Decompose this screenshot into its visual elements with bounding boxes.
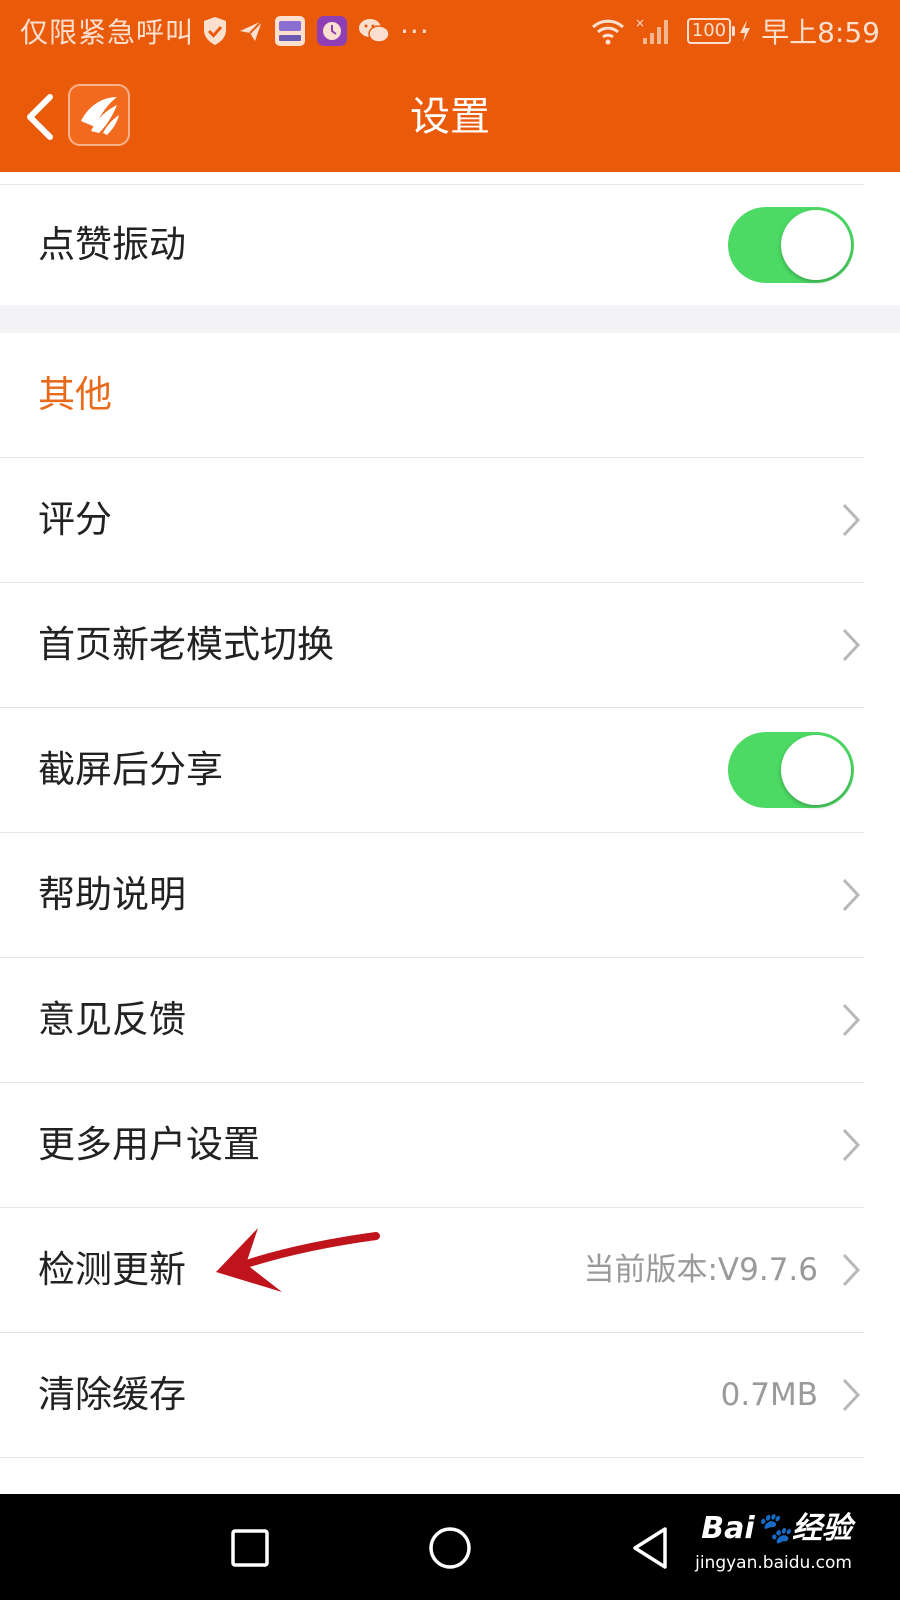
signal-icon: × [635, 16, 669, 46]
current-version-value: 当前版本:V9.7.6 [583, 1252, 818, 1288]
row-rating[interactable]: 评分 [0, 458, 900, 583]
app-logo-icon [81, 97, 119, 135]
row-label: 清除缓存 [38, 1373, 186, 1416]
page-title: 设置 [410, 94, 490, 140]
shield-check-icon [202, 16, 228, 46]
status-left: 仅限紧急呼叫 ··· [20, 12, 438, 50]
row-label: 首页新老模式切换 [38, 623, 334, 666]
back-nav-button[interactable] [620, 1518, 680, 1578]
row-label: 更多用户设置 [38, 1123, 260, 1166]
row-label: 截屏后分享 [38, 748, 223, 791]
row-label: 检测更新 [38, 1248, 186, 1291]
wifi-icon [591, 17, 625, 45]
recent-apps-button[interactable] [220, 1518, 280, 1578]
like-vibration-toggle[interactable] [728, 207, 854, 283]
settings-list: 点赞振动 其他 评分 首页新老模式切换 截屏后分享 帮助说明 意见反馈 更多用户… [0, 172, 900, 1494]
more-notifications: ··· [400, 14, 430, 48]
annotation-arrow-icon [216, 1228, 380, 1292]
chevron-right-icon [842, 1378, 861, 1412]
recent-apps-icon [231, 1529, 269, 1567]
row-help[interactable]: 帮助说明 [0, 833, 900, 958]
chevron-right-icon [842, 1128, 861, 1162]
battery-indicator: 100 [686, 18, 736, 44]
row-more-user-settings[interactable]: 更多用户设置 [0, 1083, 900, 1208]
status-right: × 100 早上8:59 [591, 12, 880, 50]
back-triangle-icon [633, 1527, 667, 1569]
battery-level: 100 [686, 18, 732, 44]
row-screenshot-share: 截屏后分享 [0, 708, 900, 833]
screenshot-share-toggle[interactable] [728, 732, 854, 808]
row-label: 评分 [38, 498, 112, 541]
row-check-update[interactable]: 检测更新 当前版本:V9.7.6 [0, 1208, 900, 1333]
app-logo [68, 84, 130, 146]
row-clear-cache[interactable]: 清除缓存 0.7MB [0, 1333, 900, 1458]
system-nav-bar: Bai🐾经验 jingyan.baidu.com [0, 1494, 900, 1600]
chevron-right-icon [842, 628, 861, 662]
watermark-brand: Bai🐾经验 [701, 1511, 852, 1546]
chevron-right-icon [842, 503, 861, 537]
chevron-right-icon [842, 1003, 861, 1037]
status-bar: 仅限紧急呼叫 ··· × 100 早上8:59 [0, 0, 900, 62]
toggle-knob [781, 210, 851, 280]
app-header: 设置 [0, 62, 900, 172]
home-icon [429, 1527, 471, 1569]
battery-tip [732, 26, 736, 36]
row-like-vibration: 点赞振动 [0, 185, 900, 305]
section-header-other: 其他 [38, 373, 112, 416]
clock-app-icon [316, 15, 348, 47]
chevron-right-icon [842, 878, 861, 912]
carrier-text: 仅限紧急呼叫 [20, 16, 195, 49]
paper-plane-icon [238, 19, 264, 43]
row-divider [0, 1457, 864, 1458]
charging-icon [739, 19, 751, 43]
svg-text:×: × [635, 16, 645, 30]
calendar-app-icon [274, 15, 306, 47]
toggle-knob [781, 735, 851, 805]
section-gap [0, 305, 900, 333]
row-feedback[interactable]: 意见反馈 [0, 958, 900, 1083]
cache-size-value: 0.7MB [720, 1377, 818, 1413]
row-label: 意见反馈 [38, 998, 186, 1041]
clock-time: 早上8:59 [761, 16, 880, 49]
back-button[interactable] [20, 86, 60, 148]
home-button[interactable] [420, 1518, 480, 1578]
row-label: 帮助说明 [38, 873, 186, 916]
row-home-mode[interactable]: 首页新老模式切换 [0, 583, 900, 708]
chevron-right-icon [842, 1253, 861, 1287]
section-other: 其他 [0, 333, 900, 458]
chevron-left-icon [27, 94, 53, 140]
wechat-icon [358, 17, 390, 45]
watermark-url: jingyan.baidu.com [695, 1553, 852, 1573]
row-label: 点赞振动 [38, 223, 186, 266]
baidu-jingyan-watermark: Bai🐾经验 jingyan.baidu.com [682, 1506, 852, 1592]
